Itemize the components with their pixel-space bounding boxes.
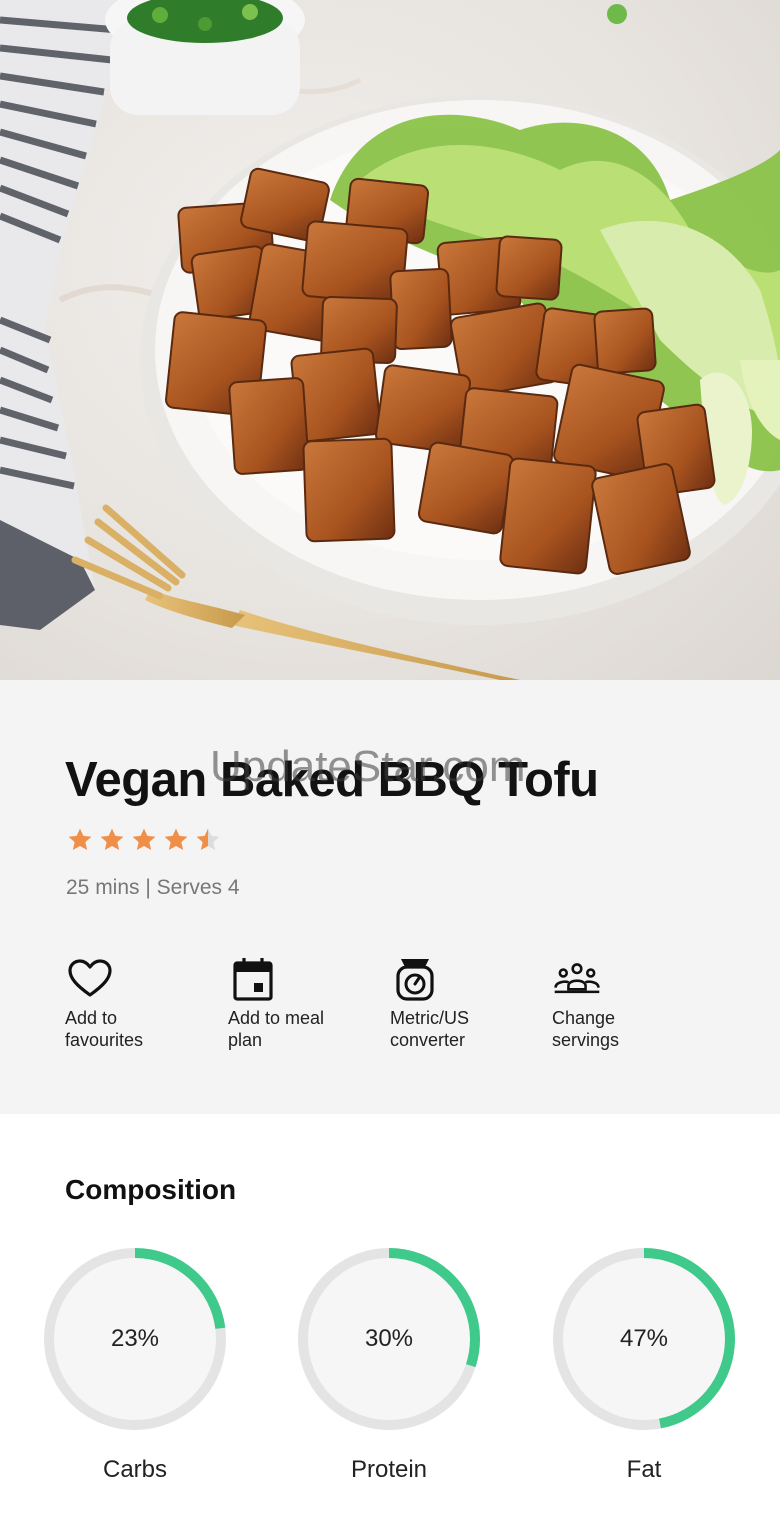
heart-icon <box>68 959 112 997</box>
protein-percent: 30% <box>364 1325 414 1352</box>
action-label: Add to meal plan <box>228 1008 325 1050</box>
carbs-ring: 23% <box>42 1246 228 1432</box>
change-servings-button[interactable]: Change servings <box>552 955 692 1051</box>
star-icon <box>132 828 156 851</box>
fat-percent: 47% <box>619 1325 669 1352</box>
carbs-label: Carbs <box>102 1456 168 1483</box>
protein-ring: 30% <box>296 1246 482 1432</box>
calendar-icon <box>233 958 273 1001</box>
fat-label: Fat <box>626 1456 662 1483</box>
towel <box>0 0 120 630</box>
add-to-meal-plan-button[interactable]: Add to meal plan <box>228 955 368 1051</box>
scale-icon <box>396 959 434 1001</box>
recipe-hero-image <box>0 0 780 680</box>
half-star-icon <box>196 828 220 851</box>
recipe-actions: Add to favourites Add to meal plan Metri… <box>0 955 780 1065</box>
composition-title: Composition <box>65 1174 237 1205</box>
action-label: Add to favourites <box>65 1008 144 1050</box>
scallion-bowl <box>105 0 305 115</box>
metric-us-converter-button[interactable]: Metric/US converter <box>390 955 530 1051</box>
fat-ring: 47% <box>551 1246 737 1432</box>
action-label: Change servings <box>552 1008 620 1050</box>
people-icon <box>554 963 600 994</box>
add-to-favourites-button[interactable]: Add to favourites <box>65 955 205 1051</box>
protein-label: Protein <box>350 1456 428 1483</box>
recipe-meta: 25 mins | Serves 4 <box>66 876 240 899</box>
star-icon <box>100 828 124 851</box>
star-icon <box>68 828 92 851</box>
rating-stars[interactable] <box>66 826 222 854</box>
star-icon <box>164 828 188 851</box>
action-label: Metric/US converter <box>390 1008 470 1050</box>
carbs-percent: 23% <box>110 1325 160 1352</box>
watermark: UpdateStar.com <box>210 742 526 791</box>
